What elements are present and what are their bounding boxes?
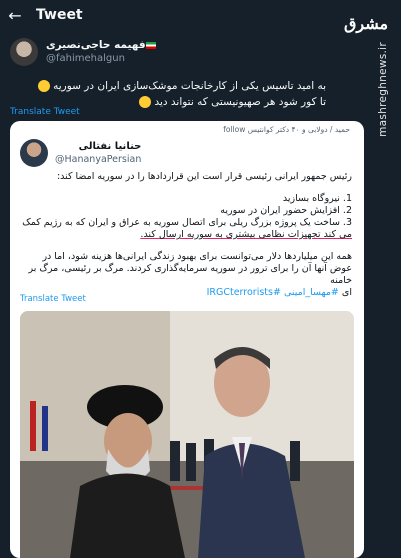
quoted-tweet-card[interactable]: حمید / دولابی و ۴۰ دکتر کوانتیس follow ح… [10,121,364,558]
watermark-url: mashreghnews.ir [377,42,389,137]
meeting-photo-illustration [20,311,354,558]
avatar[interactable] [10,38,38,66]
arrow-left-icon[interactable]: ← [0,6,30,25]
smiling-face-emoji-icon [139,96,152,108]
tweet-author[interactable]: فهیمه حاجی‌نصیری @fahimehalgun [10,38,159,66]
author-handle: @fahimehalgun [46,53,125,64]
quoted-outro-2: عوض آنها آن را برای ترور در سوریه سرمایه… [28,263,352,286]
quoted-handle: @HananyaPersian [55,154,142,165]
quoted-item-2: 2. افزایش حضور ایران در سوریه [220,205,352,216]
watermark: مشرق mashreghnews.ir [335,14,397,137]
praying-hands-emoji-icon [37,80,50,92]
quoted-author[interactable]: حنانیا نفتالی @HananyaPersian [20,139,141,167]
quoted-photo[interactable] [20,311,354,558]
quoted-intro: رئیس جمهور ایرانی رئیسی قرار است این قرا… [56,171,352,182]
quoted-translate-link[interactable]: Translate Tweet [20,294,86,304]
hashtag-links[interactable]: #مهسا_امینی #IRGCterrorists [207,287,339,298]
iran-flag-icon [145,41,156,49]
retweet-context: حمید / دولابی و ۴۰ دکتر کوانتیس follow [223,125,350,134]
quoted-outro-3: ای [341,287,352,298]
tweet-line-2: تا کور شود هر صهیونیستی که نتواند دید [154,96,326,108]
quoted-outro-1: همه این میلیاردها دلار می‌توانست برای به… [42,251,352,262]
quoted-item-3: 3. ساخت یک پروژه بزرگ ریلی برای اتصال سو… [22,217,352,228]
quoted-avatar[interactable] [20,139,48,167]
quoted-display-name: حنانیا نفتالی [78,141,142,152]
tweet-text: به امید تاسیس یکی از کارخانجات موشک‌سازی… [10,78,326,110]
author-display-name: فهیمه حاجی‌نصیری [46,39,146,51]
quoted-item-3-cont: می کند تجهیزات نظامی بیشتری به سوریه ارس… [140,229,352,240]
translate-tweet-link[interactable]: Translate Tweet [10,107,80,117]
page-title: Tweet [36,7,83,23]
quoted-item-1: 1. نیروگاه بسازید [282,193,352,204]
watermark-logo: مشرق [343,14,389,33]
quoted-text: رئیس جمهور ایرانی رئیسی قرار است این قرا… [22,171,352,309]
tweet-line-1: به امید تاسیس یکی از کارخانجات موشک‌سازی… [53,80,326,92]
